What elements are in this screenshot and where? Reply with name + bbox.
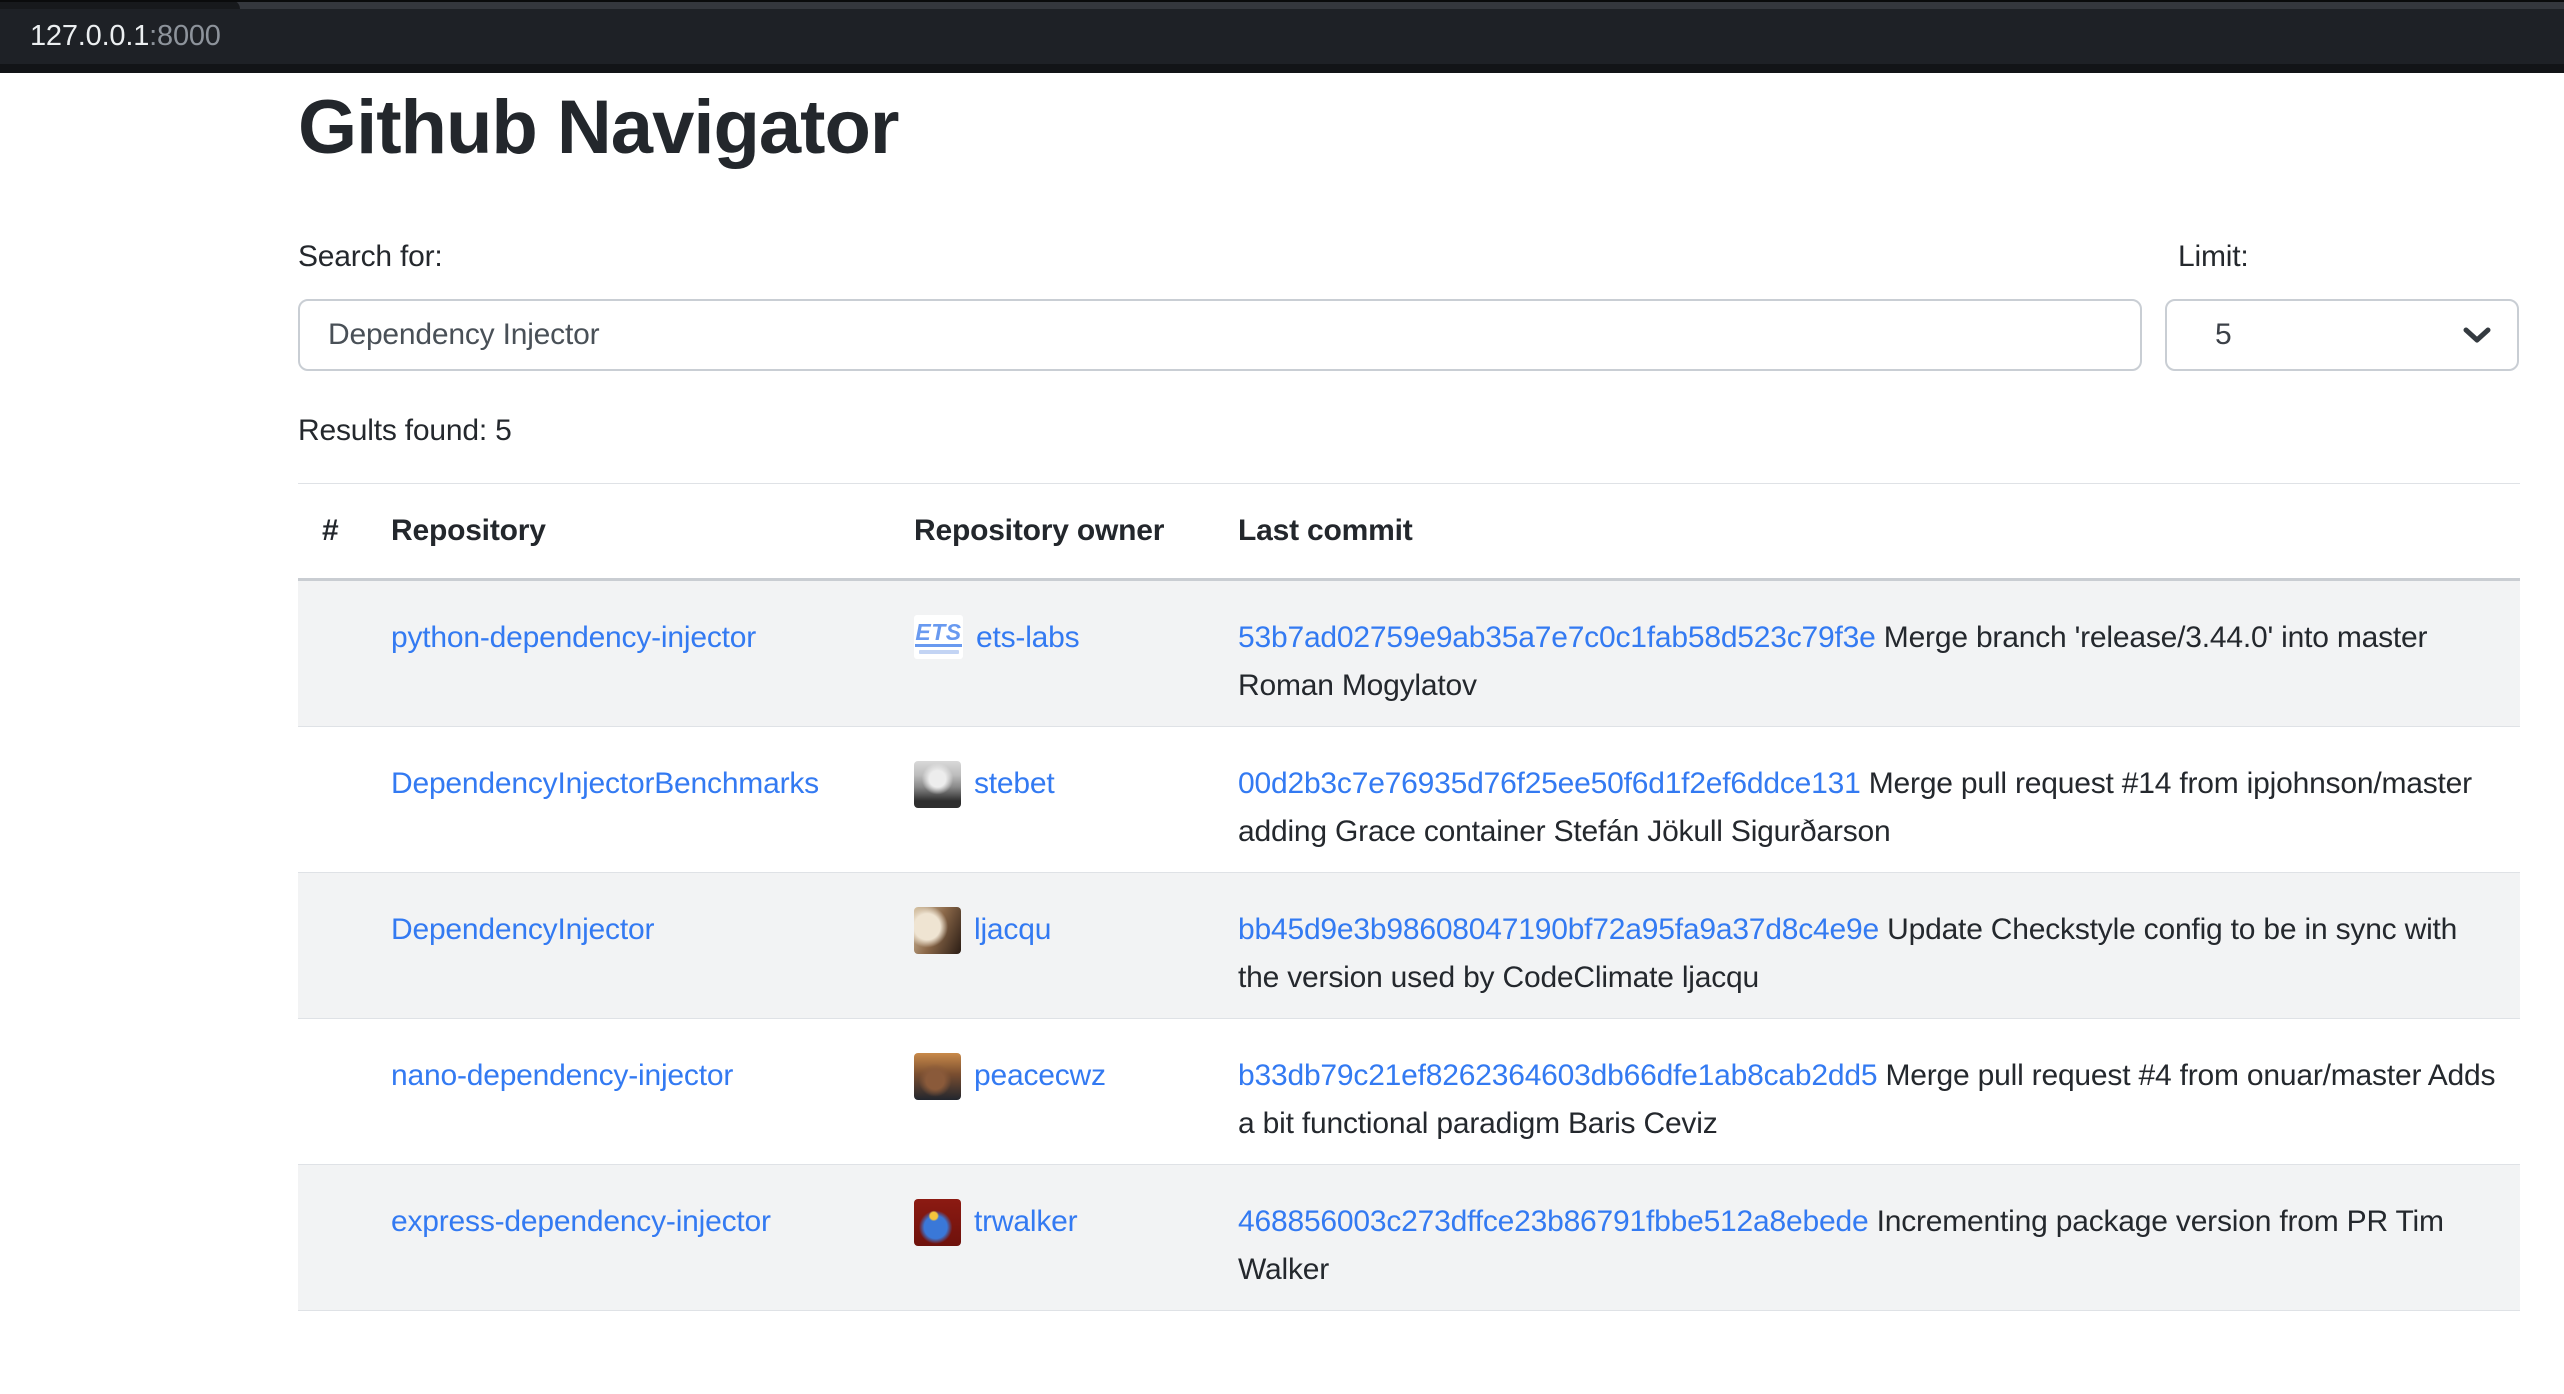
results-count: Results found: 5 — [298, 414, 512, 448]
page-title: Github Navigator — [298, 84, 898, 171]
repository-link[interactable]: DependencyInjectorBenchmarks — [391, 767, 819, 800]
repository-link[interactable]: DependencyInjector — [391, 913, 654, 946]
table-row: DependencyInjectorBenchmarks stebet 00d2… — [298, 727, 2520, 873]
peacecwz-avatar — [914, 1053, 961, 1100]
row-index-cell — [298, 727, 367, 873]
search-input[interactable] — [298, 299, 2142, 371]
repository-link[interactable]: express-dependency-injector — [391, 1205, 771, 1238]
commit-hash-link[interactable]: 468856003c273dffce23b86791fbbe512a8ebede — [1238, 1205, 1868, 1238]
search-label: Search for: — [298, 240, 443, 274]
row-index-cell — [298, 873, 367, 1019]
last-commit-cell: 00d2b3c7e76935d76f25ee50f6d1f2ef6ddce131… — [1214, 727, 2520, 873]
results-table: # Repository Repository owner Last commi… — [298, 483, 2520, 1311]
chevron-down-icon — [2463, 326, 2491, 344]
row-index-cell — [298, 580, 367, 727]
row-index-cell — [298, 1165, 367, 1311]
owner-link[interactable]: ets-labs — [976, 614, 1079, 662]
last-commit-cell: 53b7ad02759e9ab35a7e7c0c1fab58d523c79f3e… — [1214, 580, 2520, 727]
last-commit-cell: b33db79c21ef8262364603db66dfe1ab8cab2dd5… — [1214, 1019, 2520, 1165]
commit-hash-link[interactable]: 00d2b3c7e76935d76f25ee50f6d1f2ef6ddce131 — [1238, 767, 1861, 800]
owner-link[interactable]: peacecwz — [974, 1052, 1106, 1100]
commit-hash-link[interactable]: b33db79c21ef8262364603db66dfe1ab8cab2dd5 — [1238, 1059, 1877, 1092]
header-last-commit: Last commit — [1214, 484, 2520, 580]
repository-link[interactable]: python-dependency-injector — [391, 621, 756, 654]
last-commit-cell: bb45d9e3b98608047190bf72a95fa9a37d8c4e9e… — [1214, 873, 2520, 1019]
window-top-edge — [0, 0, 2564, 2]
commit-hash-link[interactable]: 53b7ad02759e9ab35a7e7c0c1fab58d523c79f3e — [1238, 621, 1876, 654]
browser-bar-divider — [0, 64, 2564, 73]
limit-label: Limit: — [2178, 240, 2248, 274]
owner-link[interactable]: stebet — [974, 760, 1055, 808]
header-repository: Repository — [367, 484, 890, 580]
table-row: DependencyInjector ljacqu bb45d9e3b98608… — [298, 873, 2520, 1019]
table-row: nano-dependency-injector peacecwz b33db7… — [298, 1019, 2520, 1165]
limit-select[interactable]: 5 — [2165, 299, 2519, 371]
table-row: express-dependency-injector trwalker 468… — [298, 1165, 2520, 1311]
stebet-avatar — [914, 761, 961, 808]
row-index-cell — [298, 1019, 367, 1165]
url-host: 127.0.0.1 — [30, 20, 149, 53]
url-port: :8000 — [149, 20, 221, 53]
trwalker-avatar — [914, 1199, 961, 1246]
screen: 127.0.0.1:8000 Github Navigator Search f… — [0, 0, 2564, 1394]
header-index: # — [298, 484, 367, 580]
url-field[interactable]: 127.0.0.1:8000 — [30, 9, 221, 64]
header-owner: Repository owner — [890, 484, 1214, 580]
owner-link[interactable]: trwalker — [974, 1198, 1077, 1246]
ljacqu-avatar — [914, 907, 961, 954]
limit-select-value: 5 — [2215, 318, 2232, 352]
repository-link[interactable]: nano-dependency-injector — [391, 1059, 733, 1092]
owner-link[interactable]: ljacqu — [974, 906, 1051, 954]
last-commit-cell: 468856003c273dffce23b86791fbbe512a8ebede… — [1214, 1165, 2520, 1311]
table-header-row: # Repository Repository owner Last commi… — [298, 484, 2520, 580]
table-row: python-dependency-injector ETS ets-labs … — [298, 580, 2520, 727]
browser-address-bar: 127.0.0.1:8000 — [0, 0, 2564, 73]
ets-labs-logo-icon: ETS — [914, 615, 963, 659]
commit-hash-link[interactable]: bb45d9e3b98608047190bf72a95fa9a37d8c4e9e — [1238, 913, 1879, 946]
